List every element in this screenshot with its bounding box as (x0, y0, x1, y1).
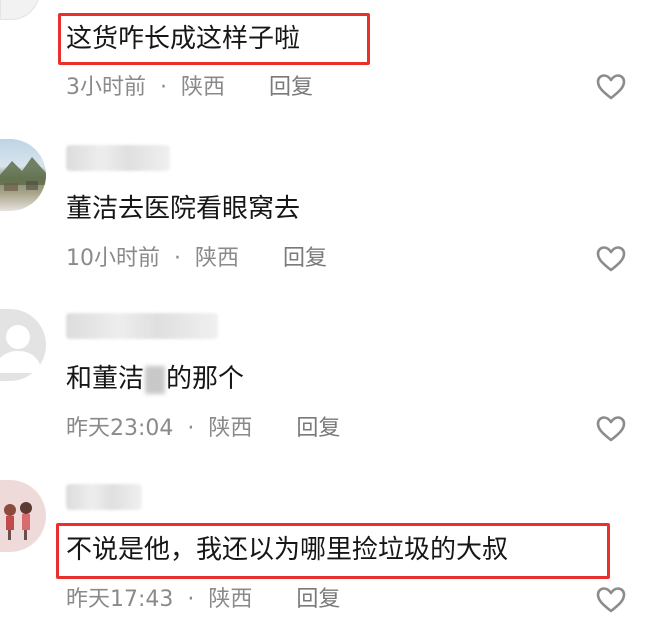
comment-text: 这货咋长成这样子啦 (66, 24, 301, 54)
meta-separator: · (187, 416, 195, 441)
comment-location: 陕西 (208, 416, 253, 441)
comment-item: 和董洁 的那个 昨天23:04 · 陕西 回复 (0, 305, 660, 455)
meta-separator: · (174, 246, 181, 271)
comment-time: 3小时前 (66, 75, 146, 100)
heart-outline-icon[interactable] (596, 73, 626, 101)
meta-separator: · (187, 587, 195, 612)
avatar[interactable] (0, 480, 46, 552)
comment-item: 不说是他，我还以为哪里捡垃圾的大叔 昨天17:43 · 陕西 回复 (0, 476, 660, 633)
reply-button[interactable]: 回复 (296, 586, 340, 614)
cartoon-avatar-icon (4, 502, 32, 540)
heart-outline-icon[interactable] (596, 245, 626, 273)
comment-location: 陕西 (208, 587, 253, 612)
redacted-mark (145, 365, 166, 394)
username[interactable] (66, 484, 142, 510)
username[interactable] (66, 145, 170, 171)
avatar[interactable] (0, 309, 46, 381)
landscape-icon (0, 157, 46, 191)
comment-meta: 昨天23:04 · 陕西 回复 (66, 415, 340, 443)
comment-time: 昨天23:04 (66, 416, 174, 441)
comment-meta: 10小时前 · 陕西 回复 (66, 245, 327, 273)
username[interactable] (66, 313, 218, 339)
comment-location: 陕西 (195, 246, 240, 271)
reply-button[interactable]: 回复 (269, 74, 313, 102)
comment-item: 这货咋长成这样子啦 3小时前 · 陕西 回复 (0, 0, 660, 110)
default-avatar-icon (0, 325, 42, 373)
reply-button[interactable]: 回复 (283, 245, 327, 273)
comment-text: 董洁去医院看眼窝去 (66, 194, 301, 224)
comment-meta: 昨天17:43 · 陕西 回复 (66, 586, 340, 614)
comment-time: 昨天17:43 (66, 587, 174, 612)
comment-time: 10小时前 (66, 246, 160, 271)
comment-text: 不说是他，我还以为哪里捡垃圾的大叔 (66, 535, 509, 565)
comment-meta: 3小时前 · 陕西 回复 (66, 74, 313, 102)
comment-location: 陕西 (181, 75, 226, 100)
avatar[interactable] (0, 0, 40, 20)
comment-item: 董洁去医院看眼窝去 10小时前 · 陕西 回复 (0, 135, 660, 285)
reply-button[interactable]: 回复 (296, 415, 340, 443)
heart-outline-icon[interactable] (596, 586, 626, 614)
heart-outline-icon[interactable] (596, 415, 626, 443)
comment-text: 和董洁 的那个 (66, 362, 244, 396)
comment-text-part: 的那个 (166, 364, 245, 394)
avatar[interactable] (0, 139, 46, 211)
comment-text-part: 和董洁 (66, 364, 145, 394)
meta-separator: · (160, 75, 167, 100)
